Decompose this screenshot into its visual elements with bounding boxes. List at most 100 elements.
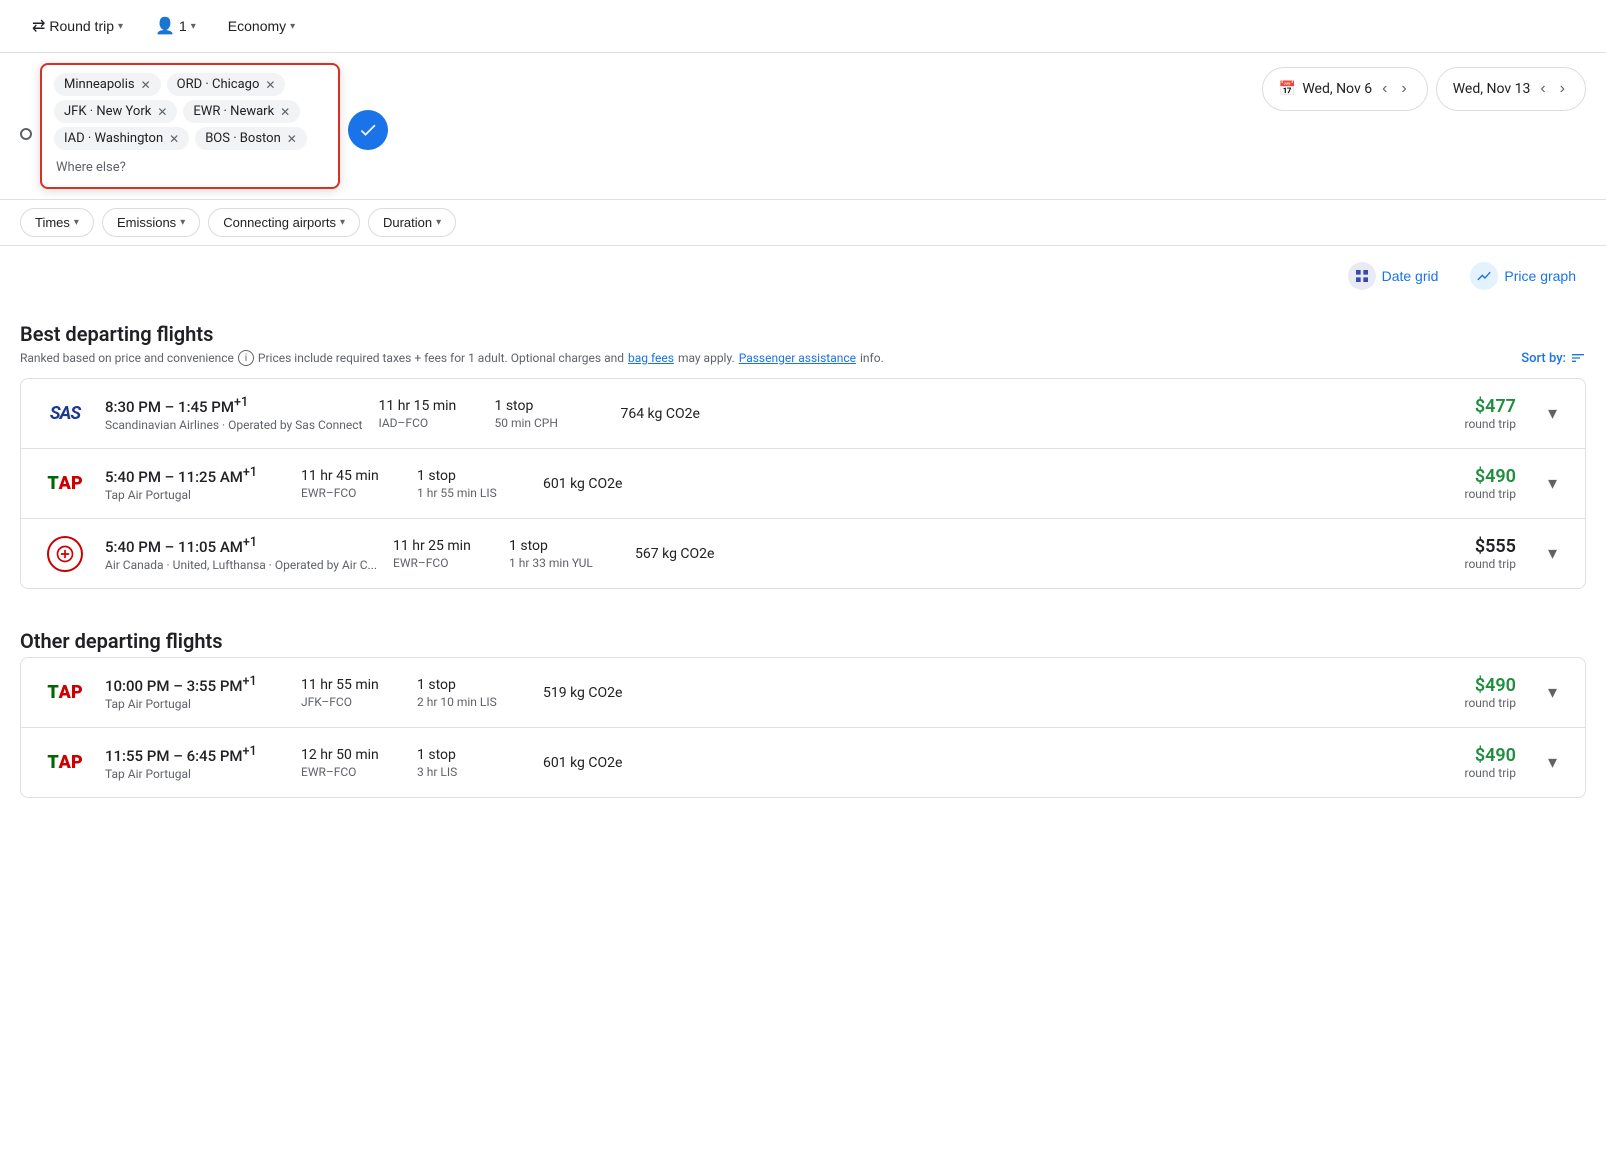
flight-time-display: 10:00 PM – 3:55 PM+1 [105,674,285,695]
filter-row: Times ▾ Emissions ▾ Connecting airports … [0,200,1606,246]
flight-times: 5:40 PM – 11:05 AM+1 Air Canada · United… [105,535,377,572]
times-chevron-icon: ▾ [74,217,79,228]
remove-bos-icon[interactable]: ✕ [287,132,297,146]
info-icon[interactable]: i [238,350,254,366]
return-next-button[interactable]: › [1556,76,1569,102]
table-row[interactable]: 5:40 PM – 11:05 AM+1 Air Canada · United… [21,519,1585,588]
airline-logo-tap: TAP [41,473,89,494]
flight-emissions: 519 kg CO2e [543,685,663,701]
airport-tag-label: JFK · New York [64,104,151,119]
remove-ord-icon[interactable]: ✕ [265,78,275,92]
tap-logo-display: TAP [47,752,82,773]
flight-emissions: 601 kg CO2e [543,755,663,771]
remove-ewr-icon[interactable]: ✕ [280,105,290,119]
tap-a: A [59,682,71,703]
expand-flight-button[interactable]: ▾ [1540,469,1565,498]
calendar-icon: 📅 [1279,81,1296,97]
connecting-airports-chevron-icon: ▾ [340,217,345,228]
sas-logo-text: SAS [50,403,80,424]
passenger-assistance-link[interactable]: Passenger assistance [739,351,856,365]
airport-tag-bos[interactable]: BOS · Boston ✕ [195,127,307,150]
expand-flight-button[interactable]: ▾ [1540,539,1565,568]
duration-value: 11 hr 45 min [301,468,401,484]
airport-tag-msp[interactable]: Minneapolis ✕ [54,73,161,96]
airport-dropdown[interactable]: Minneapolis ✕ ORD · Chicago ✕ JFK · New … [40,63,340,189]
tap-a: A [59,473,71,494]
return-date-button[interactable]: Wed, Nov 13 ‹ › [1436,67,1586,111]
date-grid-label: Date grid [1382,268,1439,284]
passengers-chevron: ▾ [191,21,196,32]
depart-date-button[interactable]: 📅 Wed, Nov 6 ‹ › [1262,67,1428,111]
price-label: round trip [1465,417,1516,431]
flight-duration: 12 hr 50 min EWR–FCO [301,747,401,779]
stops-count: 1 stop [509,538,619,554]
table-row[interactable]: TAP 11:55 PM – 6:45 PM+1 Tap Air Portuga… [21,728,1585,797]
airport-tag-label: ORD · Chicago [177,77,260,92]
date-grid-button[interactable]: Date grid [1338,256,1449,296]
flight-duration: 11 hr 15 min IAD–FCO [378,398,478,430]
table-row[interactable]: TAP 10:00 PM – 3:55 PM+1 Tap Air Portuga… [21,658,1585,728]
remove-jfk-icon[interactable]: ✕ [157,105,167,119]
plus-days: +1 [243,674,257,689]
price-info-text: Prices include required taxes + fees for… [258,351,624,365]
times-filter-button[interactable]: Times ▾ [20,208,94,237]
price-graph-button[interactable]: Price graph [1460,256,1586,296]
flight-airline-name: Tap Air Portugal [105,697,285,711]
cabin-class-label: Economy [228,18,286,34]
date-tools-row: Date grid Price graph [0,246,1606,306]
price-amount: $555 [1465,536,1516,557]
flight-times: 8:30 PM – 1:45 PM+1 Scandinavian Airline… [105,395,362,432]
table-row[interactable]: TAP 5:40 PM – 11:25 AM+1 Tap Air Portuga… [21,449,1585,519]
connecting-airports-filter-button[interactable]: Connecting airports ▾ [208,208,360,237]
flight-price: $490 round trip [1465,675,1516,710]
flight-price: $477 round trip [1465,396,1516,431]
sort-by-label: Sort by: [1521,351,1566,366]
sort-icon [1570,350,1586,366]
bag-fees-link[interactable]: bag fees [628,351,674,365]
return-prev-button[interactable]: ‹ [1536,76,1549,102]
checkmark-icon [358,120,378,140]
remove-iad-icon[interactable]: ✕ [169,132,179,146]
airport-tag-jfk[interactable]: JFK · New York ✕ [54,100,177,123]
duration-filter-button[interactable]: Duration ▾ [368,208,456,237]
expand-flight-button[interactable]: ▾ [1540,748,1565,777]
emissions-filter-button[interactable]: Emissions ▾ [102,208,200,237]
depart-prev-button[interactable]: ‹ [1378,76,1391,102]
times-filter-label: Times [35,215,70,230]
expand-flight-button[interactable]: ▾ [1540,678,1565,707]
price-amount: $477 [1465,396,1516,417]
person-icon: 👤 [155,16,175,36]
passengers-button[interactable]: 👤 1 ▾ [143,10,208,42]
other-flights-section: Other departing flights TAP 10:00 PM – 3… [0,613,1606,798]
airport-tag-ord[interactable]: ORD · Chicago ✕ [167,73,286,96]
where-else-link[interactable]: Where else? [54,156,326,179]
duration-filter-label: Duration [383,215,432,230]
depart-next-button[interactable]: › [1397,76,1410,102]
expand-flight-button[interactable]: ▾ [1540,399,1565,428]
cabin-class-button[interactable]: Economy ▾ [216,12,307,40]
confirm-search-button[interactable] [348,110,388,150]
price-amount: $490 [1465,745,1516,766]
flight-stops: 1 stop 1 hr 33 min YUL [509,538,619,570]
airport-tag-ewr[interactable]: EWR · Newark ✕ [183,100,300,123]
airline-logo-tap-other1: TAP [41,682,89,703]
stop-detail: 1 hr 33 min YUL [509,556,619,570]
price-graph-icon [1470,262,1498,290]
price-label: round trip [1465,766,1516,780]
sort-by-button[interactable]: Sort by: [1521,350,1586,366]
stop-detail: 50 min CPH [494,416,604,430]
plus-days: +1 [243,465,257,480]
table-row[interactable]: SAS 8:30 PM – 1:45 PM+1 Scandinavian Air… [21,379,1585,449]
flight-stops: 1 stop 50 min CPH [494,398,604,430]
flight-stops: 1 stop 2 hr 10 min LIS [417,677,527,709]
airport-tag-iad[interactable]: IAD · Washington ✕ [54,127,189,150]
price-amount: $490 [1465,466,1516,487]
best-flights-section: Best departing flights Ranked based on p… [0,306,1606,589]
airport-tags-row-1: Minneapolis ✕ ORD · Chicago ✕ [54,73,326,96]
flight-price: $555 round trip [1465,536,1516,571]
trip-type-button[interactable]: ⇄ Round trip ▾ [20,10,135,42]
route-code: EWR–FCO [301,765,401,779]
remove-msp-icon[interactable]: ✕ [141,78,151,92]
route-code: EWR–FCO [393,556,493,570]
best-flights-title: Best departing flights [0,306,1606,350]
